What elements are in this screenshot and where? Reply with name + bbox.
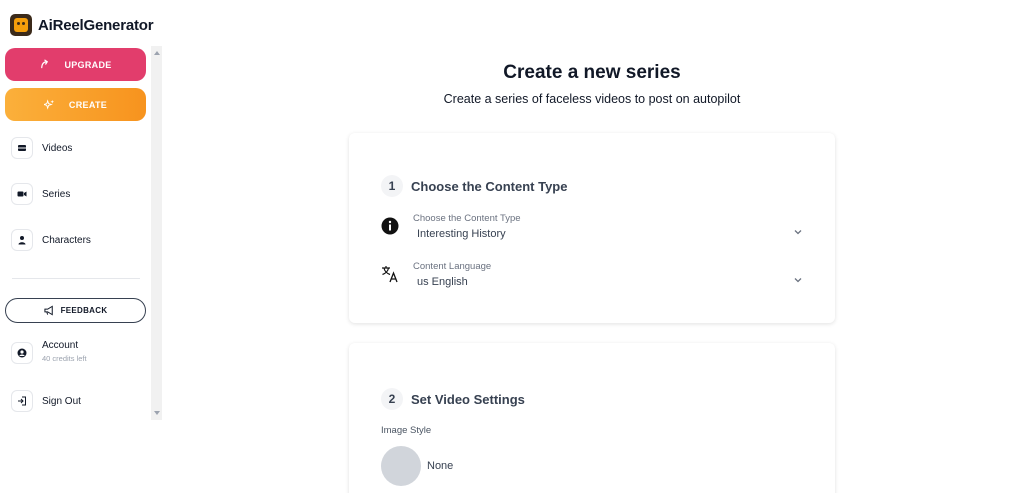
megaphone-icon xyxy=(43,305,53,316)
scroll-down-icon[interactable] xyxy=(154,411,160,415)
step-title: Choose the Content Type xyxy=(411,178,568,194)
create-label: CREATE xyxy=(68,99,108,110)
chevron-down-icon xyxy=(793,227,803,237)
content-type-label: Choose the Content Type xyxy=(413,213,521,224)
feedback-label: FEEDBACK xyxy=(60,306,108,315)
signout-label: Sign Out xyxy=(42,395,81,407)
step-header: 2 Set Video Settings xyxy=(381,388,525,410)
logo-icon xyxy=(10,14,32,36)
sidebar-item-label: Characters xyxy=(42,234,91,246)
style-option-label: None xyxy=(427,460,454,472)
sidebar-item-label: Series xyxy=(42,188,71,200)
sparkle-icon xyxy=(43,99,55,110)
content-type-select[interactable]: Choose the Content Type Interesting Hist… xyxy=(381,213,803,247)
brand-name: AiReelGenerator xyxy=(38,16,154,34)
sidebar: UPGRADE CREATE Videos Series Characters … xyxy=(0,46,152,420)
step-number: 1 xyxy=(381,175,403,197)
sidebar-item-characters[interactable]: Characters xyxy=(12,230,91,250)
sidebar-item-videos[interactable]: Videos xyxy=(12,138,72,158)
content-type-card: 1 Choose the Content Type Choose the Con… xyxy=(349,133,835,323)
translate-icon xyxy=(381,265,399,283)
account-icon xyxy=(12,343,32,363)
sidebar-scrollbar[interactable] xyxy=(151,46,162,420)
sidebar-item-signout[interactable]: Sign Out xyxy=(12,391,81,411)
step-header: 1 Choose the Content Type xyxy=(381,175,567,197)
video-settings-card: 2 Set Video Settings Image Style None xyxy=(349,343,835,493)
scroll-up-icon[interactable] xyxy=(154,51,160,55)
step-title: Set Video Settings xyxy=(411,391,525,407)
sidebar-item-series[interactable]: Series xyxy=(12,184,70,204)
page-subtitle: Create a series of faceless videos to po… xyxy=(443,92,741,106)
sign-out-icon xyxy=(12,391,32,411)
create-button[interactable]: CREATE xyxy=(5,88,146,121)
video-list-icon xyxy=(12,138,32,158)
step-number: 2 xyxy=(381,388,403,410)
upgrade-button[interactable]: UPGRADE xyxy=(5,48,146,81)
chevron-down-icon xyxy=(793,275,803,285)
content-language-select[interactable]: Content Language us English xyxy=(381,261,803,295)
camera-icon xyxy=(12,184,32,204)
account-label: Account xyxy=(42,340,79,351)
upgrade-arrow-icon xyxy=(41,59,49,69)
content-type-value: Interesting History xyxy=(417,228,506,240)
page-title: Create a new series xyxy=(503,62,681,83)
info-icon xyxy=(381,217,399,235)
upgrade-label: UPGRADE xyxy=(64,59,112,70)
style-swatch xyxy=(381,446,421,486)
sidebar-item-label: Videos xyxy=(42,142,73,154)
sidebar-item-account[interactable]: Account 40 credits left xyxy=(12,340,87,363)
person-icon xyxy=(12,230,32,250)
content-language-value: us English xyxy=(417,276,468,288)
brand[interactable]: AiReelGenerator xyxy=(10,14,154,36)
image-style-label: Image Style xyxy=(381,425,432,436)
content-language-label: Content Language xyxy=(413,261,492,272)
feedback-button[interactable]: FEEDBACK xyxy=(5,298,146,323)
sidebar-divider xyxy=(12,278,140,279)
credits-left: 40 credits left xyxy=(42,354,87,363)
image-style-option-none[interactable]: None xyxy=(381,446,453,486)
